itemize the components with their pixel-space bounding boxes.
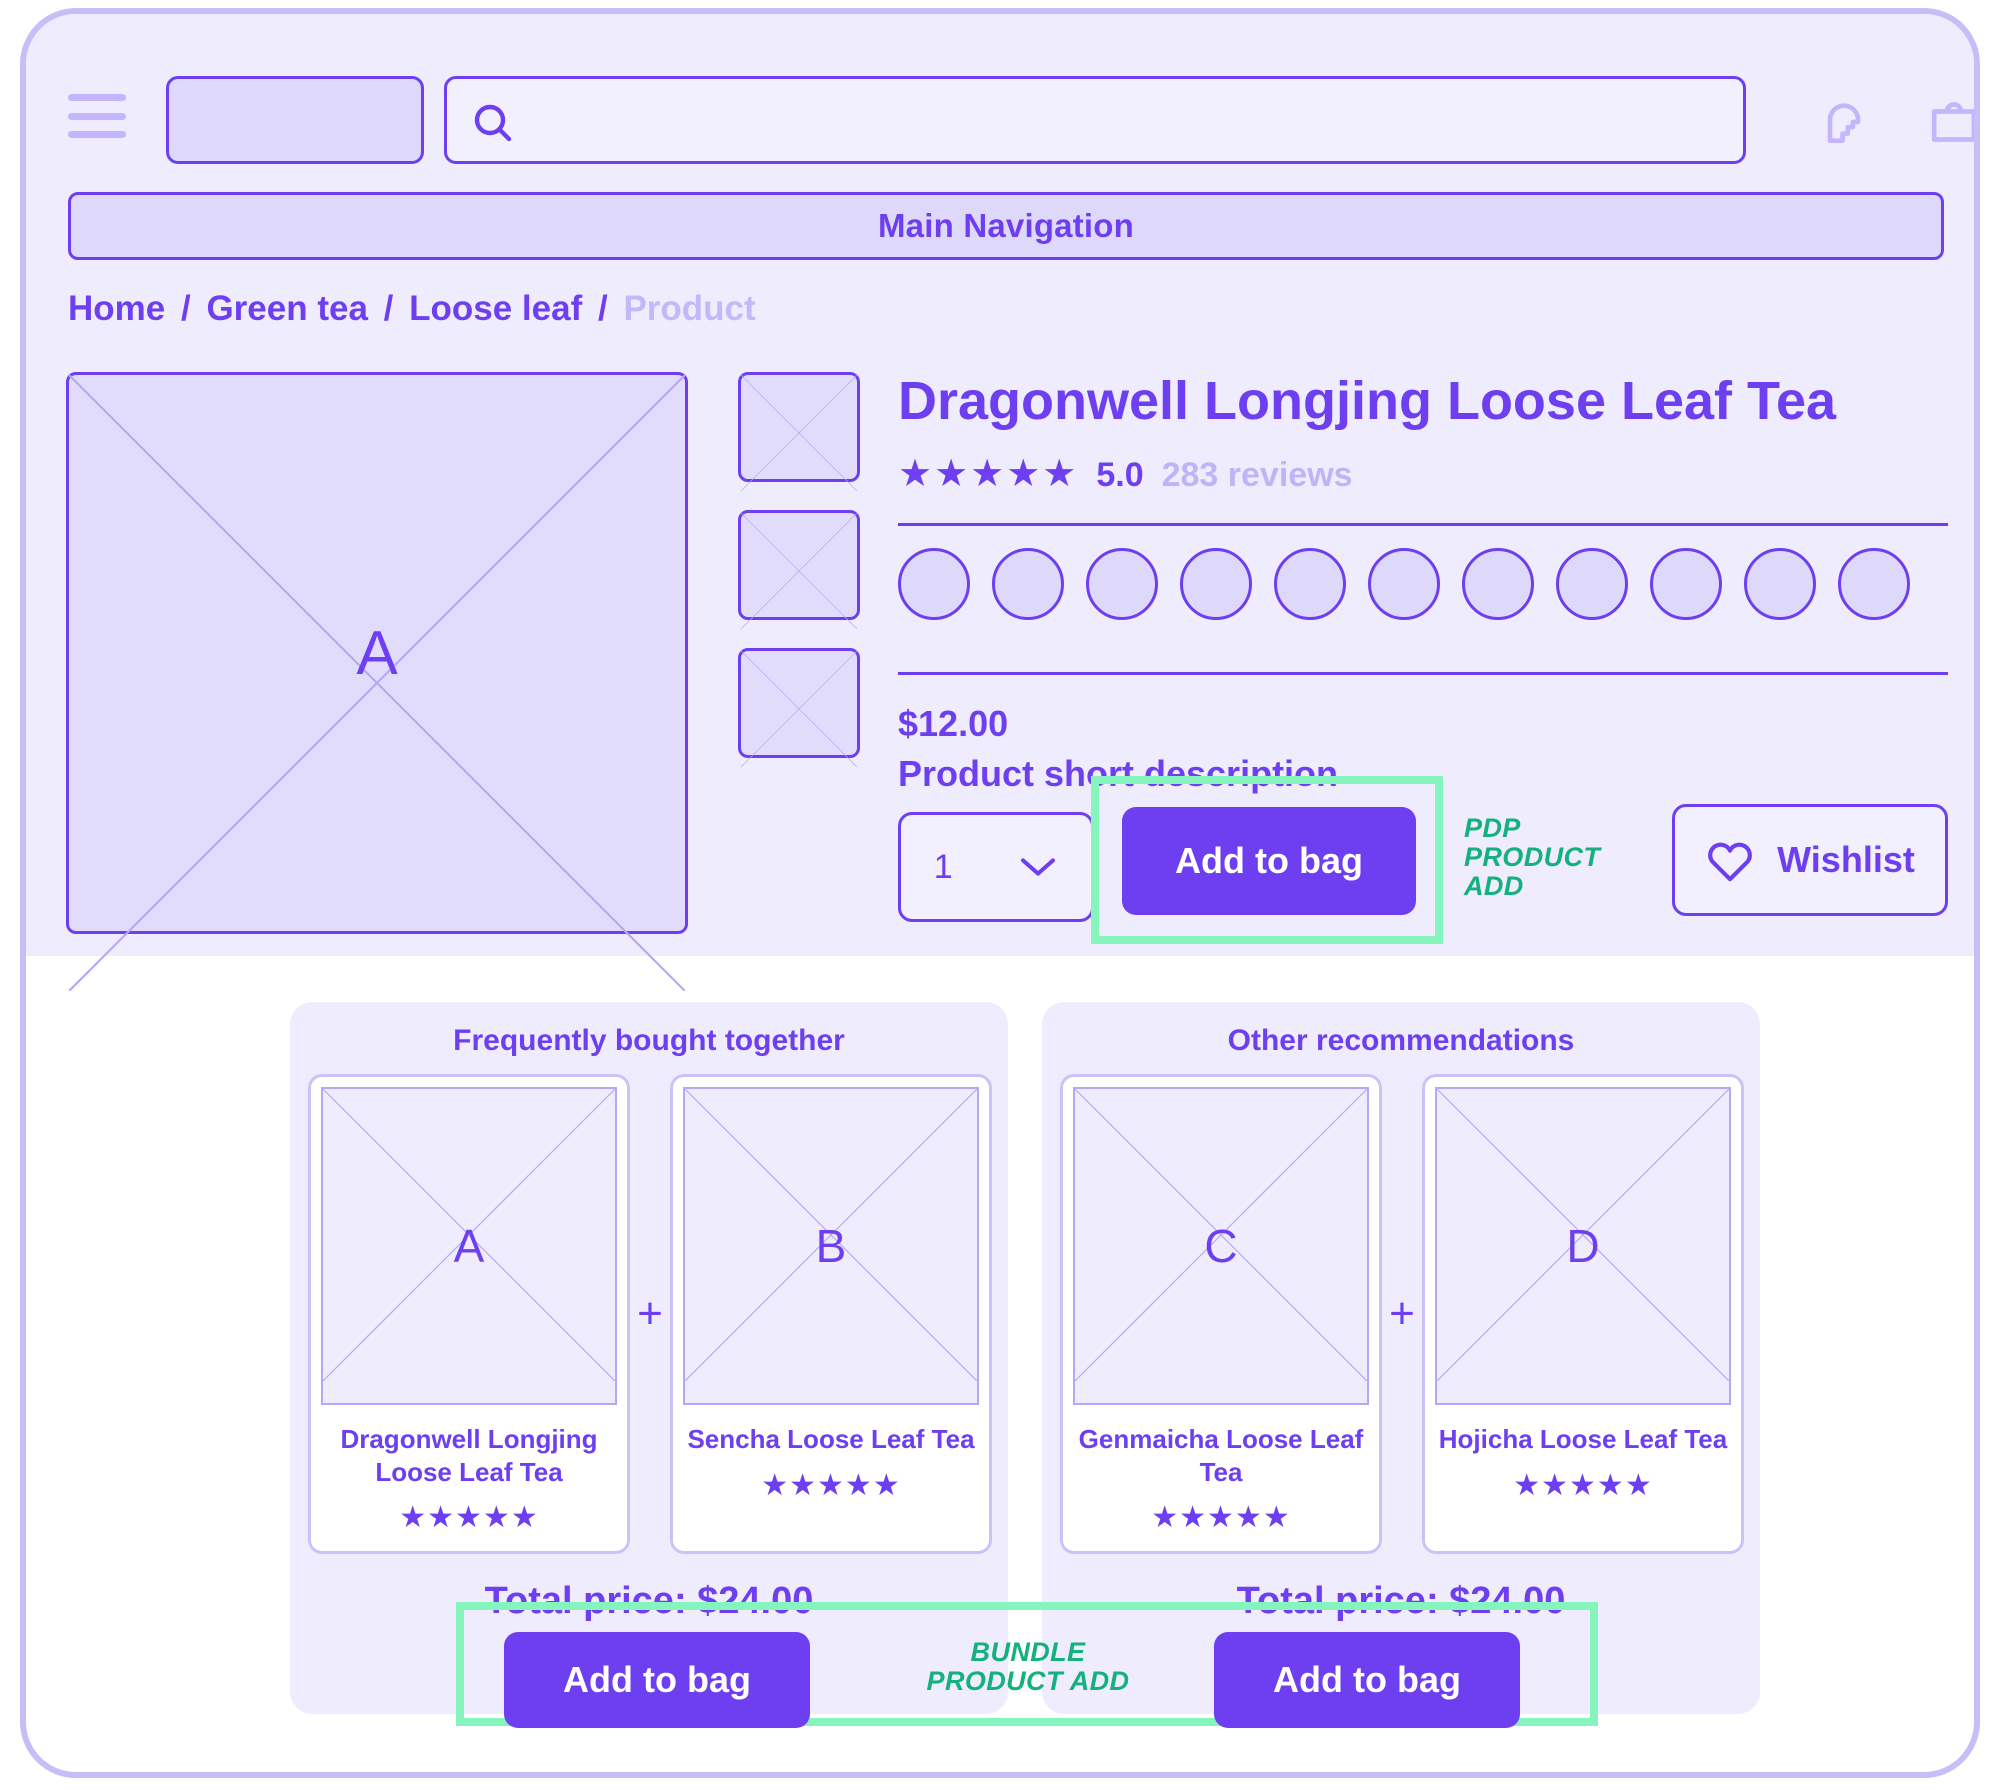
- quantity-value: 1: [933, 847, 953, 886]
- bundle-product-card-a[interactable]: A Dragonwell Longjing Loose Leaf Tea ★★★…: [308, 1074, 630, 1554]
- site-header: [26, 76, 1974, 164]
- breadcrumb-item-green-tea[interactable]: Green tea: [206, 289, 367, 328]
- bundle-product-image-d: D: [1435, 1087, 1731, 1405]
- main-navigation-label: Main Navigation: [877, 207, 1135, 244]
- variant-swatch[interactable]: [1650, 548, 1722, 621]
- bundle-add-to-bag-button-left[interactable]: Add to bag: [504, 1632, 810, 1728]
- breadcrumb-separator: /: [180, 289, 191, 328]
- thumbnail-3[interactable]: [738, 648, 860, 767]
- breadcrumb-item-loose-leaf[interactable]: Loose leaf: [409, 289, 582, 328]
- variant-swatch[interactable]: [1274, 548, 1346, 621]
- logo-placeholder[interactable]: [166, 76, 424, 164]
- heart-icon: [1708, 842, 1753, 882]
- wishlist-label: Wishlist: [1777, 839, 1915, 880]
- variant-swatch[interactable]: [1368, 548, 1440, 621]
- divider-bottom: [898, 672, 1948, 676]
- annotation-bundle-product-add: BUNDLE PRODUCT ADD: [918, 1637, 1138, 1697]
- bundle-image-label-a: A: [453, 1220, 485, 1272]
- variant-swatch[interactable]: [1838, 548, 1910, 621]
- star-rating-icon: ★★★★★: [898, 453, 1079, 496]
- search-input[interactable]: [444, 76, 1746, 164]
- annotation-pdp-line1: PDP: [1464, 813, 1521, 843]
- variant-swatch[interactable]: [992, 548, 1064, 621]
- product-price: $12.00: [898, 703, 1009, 745]
- bundle-image-label-c: C: [1204, 1220, 1238, 1272]
- image-placeholder-cross-icon: [741, 375, 857, 491]
- breadcrumb-item-product: Product: [623, 289, 756, 328]
- bundle-product-stars-a: ★★★★★: [399, 1501, 539, 1534]
- variant-swatch-list: [898, 526, 1948, 644]
- variant-swatch[interactable]: [1744, 548, 1816, 621]
- bundle-product-image-c: C: [1073, 1087, 1369, 1405]
- main-image-label: A: [356, 618, 398, 688]
- bundle-plus-icon: +: [637, 1289, 663, 1338]
- page-title: Dragonwell Longjing Loose Leaf Tea: [898, 371, 1837, 431]
- annotation-bundle-line2: PRODUCT ADD: [926, 1666, 1130, 1697]
- bundle-image-label-d: D: [1566, 1220, 1600, 1272]
- variant-swatch[interactable]: [1556, 548, 1628, 621]
- breadcrumb-separator: /: [597, 289, 608, 328]
- variant-swatch[interactable]: [1462, 548, 1534, 621]
- account-head-icon[interactable]: [1816, 94, 1872, 150]
- frequently-bought-together-title: Frequently bought together: [453, 1024, 845, 1057]
- add-to-bag-button[interactable]: Add to bag: [1122, 807, 1416, 915]
- variant-swatch[interactable]: [1086, 548, 1158, 621]
- bundle-product-name-d: Hojicha Loose Leaf Tea: [1438, 1424, 1728, 1454]
- bundle-image-label-b: B: [815, 1220, 847, 1272]
- browser-window: Main Navigation Home / Green tea / Loose…: [20, 8, 1980, 1778]
- image-placeholder-cross-icon: [741, 651, 857, 767]
- bundle-plus-icon: +: [1389, 1289, 1415, 1338]
- bundle-product-name-a: Dragonwell Longjing Loose Leaf Tea: [340, 1424, 598, 1487]
- bundle-product-name-b: Sencha Loose Leaf Tea: [687, 1424, 975, 1454]
- bundle-product-card-b[interactable]: B Sencha Loose Leaf Tea ★★★★★: [670, 1074, 992, 1554]
- bundle-product-image-b: B: [683, 1087, 979, 1405]
- thumbnail-list: [738, 372, 860, 786]
- other-recommendations-title: Other recommendations: [1227, 1024, 1575, 1057]
- bundle-product-image-a: A: [321, 1087, 617, 1405]
- variant-swatch[interactable]: [1180, 548, 1252, 621]
- rating-row: ★★★★★ 5.0 283 reviews: [898, 455, 1948, 495]
- chevron-down-icon: [1021, 858, 1056, 876]
- quantity-stepper[interactable]: 1: [898, 812, 1094, 922]
- image-placeholder-cross-icon: [741, 513, 857, 629]
- variant-swatch[interactable]: [898, 548, 970, 621]
- thumbnail-1[interactable]: [738, 372, 860, 491]
- annotation-pdp-product-add: PDP PRODUCT ADD: [1464, 813, 1664, 902]
- bundle-card-pair: C Genmaicha Loose Leaf Tea ★★★★★ + D Hoj…: [1060, 1074, 1744, 1554]
- bundle-card-pair: A Dragonwell Longjing Loose Leaf Tea ★★★…: [308, 1074, 992, 1554]
- hamburger-icon[interactable]: [68, 94, 126, 138]
- thumbnail-2[interactable]: [738, 510, 860, 629]
- shopping-bag-icon[interactable]: [1926, 94, 1980, 150]
- breadcrumb: Home / Green tea / Loose leaf / Product: [68, 289, 756, 329]
- rating-value: 5.0: [1096, 456, 1144, 495]
- bundle-product-stars-d: ★★★★★: [1513, 1468, 1653, 1502]
- main-product-image[interactable]: A: [66, 372, 688, 991]
- search-icon: [474, 104, 512, 142]
- product-info: Dragonwell Longjing Loose Leaf Tea ★★★★★…: [898, 371, 1948, 795]
- breadcrumb-item-home[interactable]: Home: [68, 289, 165, 328]
- review-count[interactable]: 283 reviews: [1162, 456, 1353, 495]
- main-navigation-bar[interactable]: Main Navigation: [68, 192, 1944, 260]
- breadcrumb-separator: /: [383, 289, 394, 328]
- bundle-add-to-bag-button-right[interactable]: Add to bag: [1214, 1632, 1520, 1728]
- bundle-product-stars-b: ★★★★★: [761, 1468, 901, 1502]
- bundle-product-card-d[interactable]: D Hojicha Loose Leaf Tea ★★★★★: [1422, 1074, 1744, 1554]
- bundle-product-name-c: Genmaicha Loose Leaf Tea: [1078, 1424, 1364, 1487]
- bundle-product-stars-c: ★★★★★: [1151, 1501, 1291, 1534]
- wishlist-button[interactable]: Wishlist: [1672, 804, 1948, 916]
- annotation-pdp-line2: PRODUCT: [1464, 842, 1601, 873]
- annotation-pdp-line3: ADD: [1464, 871, 1524, 902]
- bundle-product-card-c[interactable]: C Genmaicha Loose Leaf Tea ★★★★★: [1060, 1074, 1382, 1554]
- annotation-bundle-line1: BUNDLE: [970, 1637, 1086, 1667]
